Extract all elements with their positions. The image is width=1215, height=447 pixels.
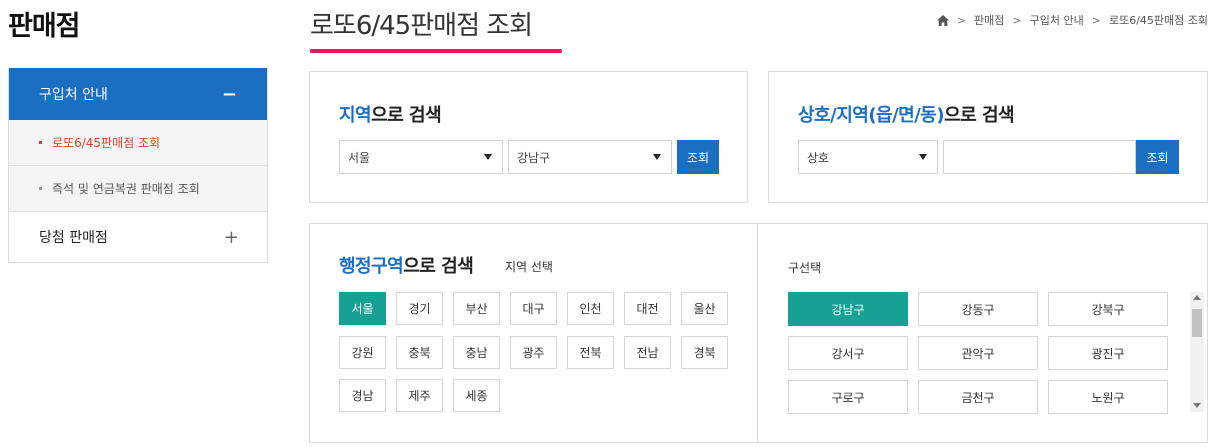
admin-search-heading: 행정구역으로 검색 [339,256,474,277]
region-search-button[interactable]: 조회 [677,140,719,174]
region-button[interactable]: 인천 [567,292,614,325]
region-button[interactable]: 대전 [624,292,671,325]
breadcrumb-item[interactable]: 판매점 [974,12,1004,28]
breadcrumb-separator: > [956,13,967,27]
page-title: 로또6/45판매점 조회 [310,11,533,41]
sidebar-menu-purchase-guide[interactable]: 구입처 안내 − [9,68,267,120]
name-search-heading: 상호/지역(읍/면/동)으로 검색 [798,105,1015,126]
region-search-panel: 지역으로 검색 서울 강남구 조회 [309,71,748,203]
sidebar-subitem-lotto-store[interactable]: 로또6/45판매점 조회 [9,120,267,166]
district-button[interactable]: 금천구 [918,380,1038,414]
region-button[interactable]: 경남 [339,379,386,412]
region-button[interactable]: 광주 [510,336,557,369]
sidebar: 구입처 안내 − 로또6/45판매점 조회 즉석 및 연금복권 판매점 조회 당… [8,68,268,263]
region-search-heading: 지역으로 검색 [339,105,442,126]
breadcrumb-item-current: 로또6/45판매점 조회 [1108,14,1208,27]
bullet-icon [39,187,42,190]
region-button[interactable]: 울산 [681,292,728,325]
region-button[interactable]: 서울 [339,292,386,325]
sidebar-subitem-label: 로또6/45판매점 조회 [52,136,161,150]
collapse-icon[interactable]: − [222,84,237,105]
region-select-label: 지역 선택 [505,260,553,274]
breadcrumb-separator: > [1012,13,1022,27]
name-search-panel: 상호/지역(읍/면/동)으로 검색 상호 조회 [768,71,1208,203]
region-button[interactable]: 전북 [567,336,614,369]
region-button[interactable]: 강원 [339,336,386,369]
dropdown-arrow-icon [484,154,492,160]
region-button[interactable]: 경기 [396,292,443,325]
district-list-scrollbar[interactable] [1190,292,1204,412]
district-button[interactable]: 강동구 [918,292,1038,326]
district-button[interactable]: 노원구 [1048,380,1168,414]
breadcrumb-item[interactable]: 구입처 안내 [1030,12,1084,28]
region-button[interactable]: 제주 [396,379,443,412]
admin-search-panel: 행정구역으로 검색 지역 선택 서울 경기 부산 대구 인천 대전 울산 강원 … [309,223,1208,443]
district-button[interactable]: 관악구 [918,336,1038,370]
sidebar-title: 판매점 [8,11,81,42]
bullet-icon [39,141,42,144]
district-button[interactable]: 강남구 [788,292,908,326]
district-button[interactable]: 강북구 [1048,292,1168,326]
region-button[interactable]: 충북 [396,336,443,369]
scroll-up-arrow-icon[interactable] [1193,295,1201,300]
home-icon[interactable] [936,14,949,26]
sidebar-subitem-label: 즉석 및 연금복권 판매점 조회 [52,182,200,196]
dropdown-arrow-icon [653,154,661,160]
scrollbar-thumb[interactable] [1192,309,1202,337]
district-button[interactable]: 강서구 [788,336,908,370]
sidebar-menu-label: 구입처 안내 [39,87,108,103]
region-button[interactable]: 세종 [453,379,500,412]
region-button[interactable]: 부산 [453,292,500,325]
sidebar-menu-label: 당첨 판매점 [39,230,108,246]
district-select-label: 구선택 [788,261,822,275]
sidebar-menu-winning-store[interactable]: 당첨 판매점 + [9,212,267,262]
region-button[interactable]: 전남 [624,336,671,369]
city-select[interactable]: 서울 [339,140,503,174]
search-type-select[interactable]: 상호 [798,140,938,174]
district-button[interactable]: 광진구 [1048,336,1168,370]
breadcrumb: > 판매점 > 구입처 안내 > 로또6/45판매점 조회 [936,12,1208,28]
region-button[interactable]: 경북 [681,336,728,369]
region-button[interactable]: 충남 [453,336,500,369]
region-button[interactable]: 대구 [510,292,557,325]
scroll-down-arrow-icon[interactable] [1193,403,1201,408]
breadcrumb-separator: > [1091,13,1101,27]
search-keyword-input[interactable] [943,140,1136,174]
sidebar-subitem-instant-pension-store[interactable]: 즉석 및 연금복권 판매점 조회 [9,166,267,212]
district-button[interactable]: 구로구 [788,380,908,414]
district-select[interactable]: 강남구 [508,140,672,174]
dropdown-arrow-icon [919,154,927,160]
title-underline [310,49,562,53]
expand-icon[interactable]: + [224,227,239,248]
name-search-button[interactable]: 조회 [1136,140,1179,174]
region-select-area: 행정구역으로 검색 지역 선택 서울 경기 부산 대구 인천 대전 울산 강원 … [310,224,758,442]
